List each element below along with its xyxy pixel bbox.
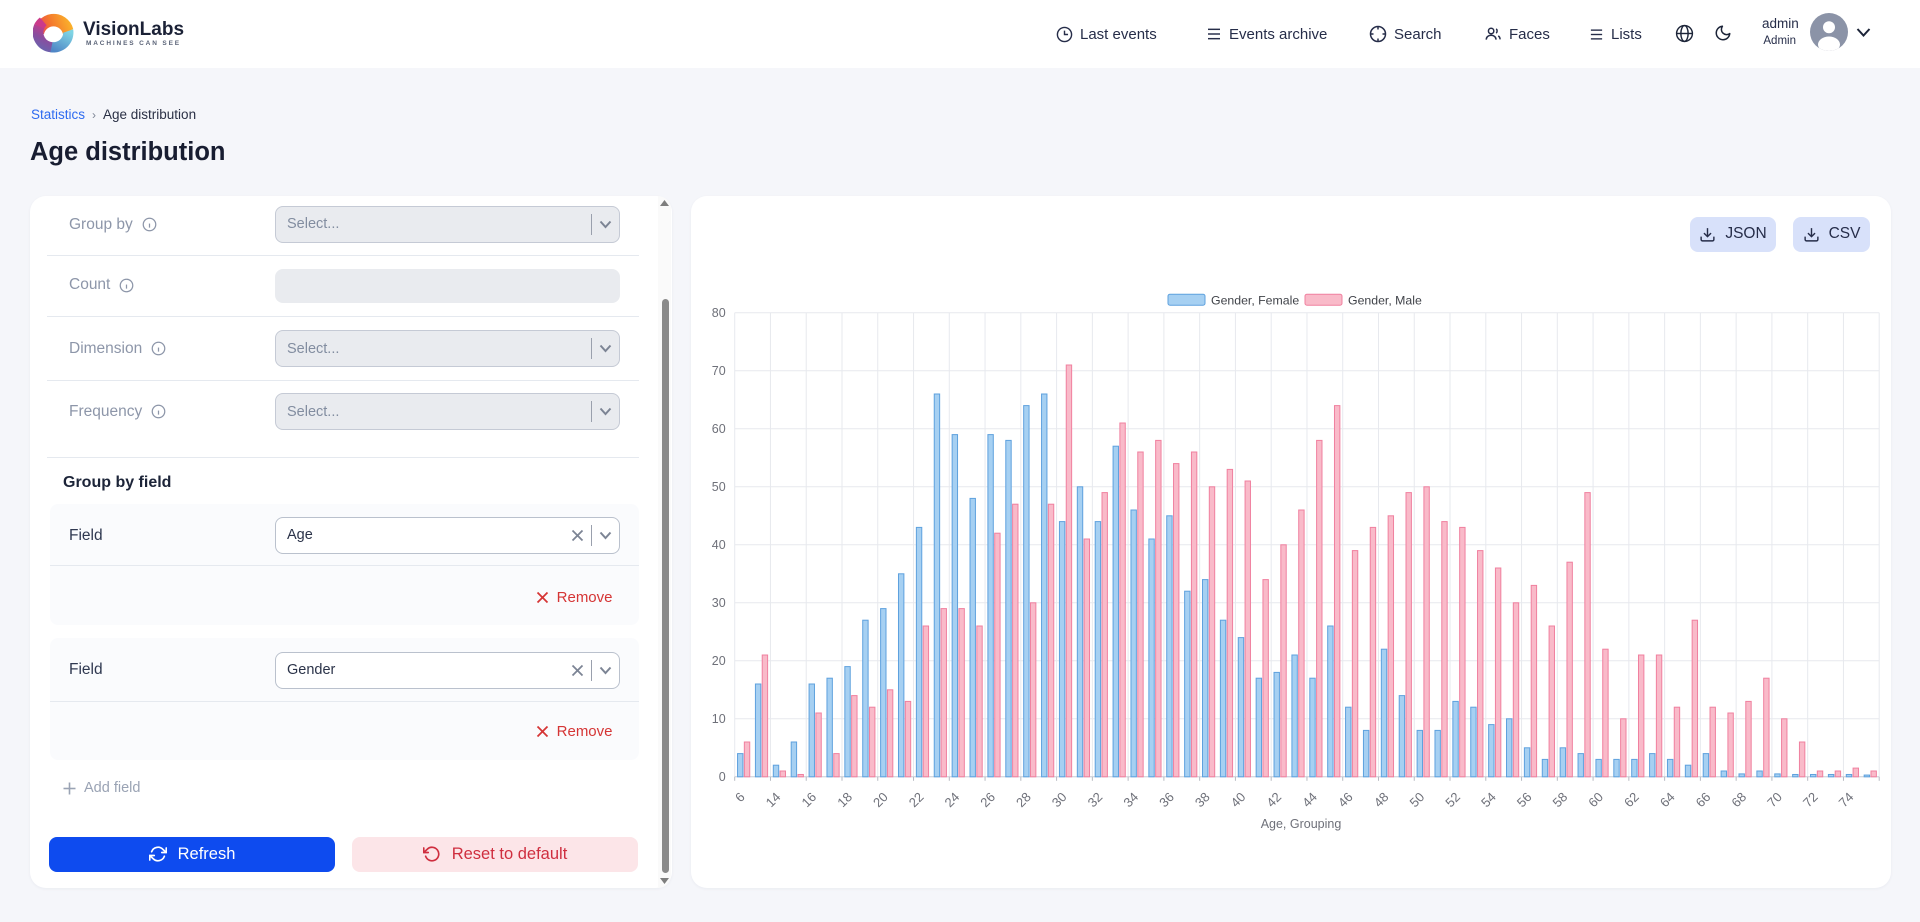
svg-text:74: 74	[1836, 789, 1857, 810]
svg-text:16: 16	[798, 789, 819, 810]
svg-text:30: 30	[712, 596, 726, 610]
svg-text:10: 10	[712, 712, 726, 726]
svg-text:30: 30	[1049, 789, 1070, 810]
svg-text:20: 20	[712, 654, 726, 668]
svg-text:42: 42	[1263, 789, 1284, 810]
svg-text:24: 24	[942, 789, 963, 810]
svg-text:60: 60	[1585, 789, 1606, 810]
svg-text:22: 22	[906, 789, 927, 810]
svg-text:80: 80	[712, 306, 726, 320]
svg-text:58: 58	[1550, 789, 1571, 810]
svg-text:38: 38	[1192, 789, 1213, 810]
svg-text:34: 34	[1120, 789, 1141, 810]
svg-text:Age, Grouping: Age, Grouping	[1261, 817, 1342, 831]
svg-text:20: 20	[870, 789, 891, 810]
svg-text:52: 52	[1442, 789, 1463, 810]
svg-text:68: 68	[1728, 789, 1749, 810]
svg-text:72: 72	[1800, 789, 1821, 810]
svg-text:70: 70	[1764, 789, 1785, 810]
svg-text:28: 28	[1013, 789, 1034, 810]
svg-text:60: 60	[712, 422, 726, 436]
svg-text:14: 14	[763, 789, 784, 810]
svg-text:56: 56	[1514, 789, 1535, 810]
svg-text:32: 32	[1085, 789, 1106, 810]
svg-text:0: 0	[719, 770, 726, 784]
svg-text:36: 36	[1156, 789, 1177, 810]
svg-text:46: 46	[1335, 789, 1356, 810]
svg-text:70: 70	[712, 364, 726, 378]
svg-text:Gender, Female: Gender, Female	[1211, 294, 1299, 308]
svg-text:64: 64	[1657, 789, 1678, 810]
svg-text:40: 40	[1228, 789, 1249, 810]
svg-text:18: 18	[834, 789, 855, 810]
svg-text:Gender, Male: Gender, Male	[1348, 294, 1422, 308]
svg-text:66: 66	[1693, 789, 1714, 810]
svg-text:6: 6	[732, 789, 748, 805]
svg-text:50: 50	[712, 480, 726, 494]
svg-text:62: 62	[1621, 789, 1642, 810]
svg-text:50: 50	[1406, 789, 1427, 810]
svg-text:48: 48	[1371, 789, 1392, 810]
svg-text:26: 26	[977, 789, 998, 810]
svg-text:44: 44	[1299, 789, 1320, 810]
svg-text:54: 54	[1478, 789, 1499, 810]
svg-text:40: 40	[712, 538, 726, 552]
